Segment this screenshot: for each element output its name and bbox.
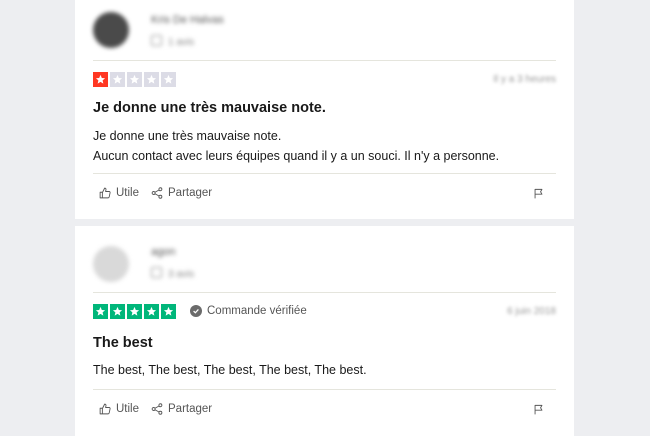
star-icon (161, 72, 176, 87)
star-icon (110, 304, 125, 319)
divider (93, 389, 556, 390)
star-icon (144, 72, 159, 87)
review-date: Il y a 3 heures (493, 74, 556, 85)
report-flag-button[interactable] (533, 404, 544, 415)
useful-button[interactable]: Utile (99, 403, 139, 415)
share-icon (151, 403, 163, 415)
review-actions: Utile Partager (99, 403, 544, 415)
share-label: Partager (168, 187, 213, 199)
useful-button[interactable]: Utile (99, 187, 139, 199)
review-card: agon 3 avis Commande vérifiée 6 juin 201… (75, 226, 574, 436)
star-icon (161, 304, 176, 319)
share-button[interactable]: Partager (151, 187, 212, 199)
reviewer-review-count: 1 avis (151, 35, 194, 48)
star-rating (93, 72, 176, 87)
review-body-line: Aucun contact avec leurs équipes quand i… (93, 149, 500, 163)
thumbs-up-icon (99, 187, 111, 199)
report-flag-button[interactable] (533, 188, 544, 199)
reviewer-name[interactable]: Kris De Halvas (151, 14, 224, 26)
star-icon (93, 304, 108, 319)
star-icon (144, 304, 159, 319)
review-title[interactable]: Je donne une très mauvaise note. (93, 100, 326, 116)
reviewer-info: Kris De Halvas 1 avis (93, 0, 556, 61)
star-rating (93, 304, 176, 319)
thumbs-up-icon (99, 403, 111, 415)
review-body-line: The best, The best, The best, The best, … (93, 363, 367, 377)
review-title[interactable]: The best (93, 335, 153, 351)
share-button[interactable]: Partager (151, 403, 212, 415)
star-icon (93, 72, 108, 87)
star-icon (110, 72, 125, 87)
verified-badge[interactable]: Commande vérifiée (190, 305, 307, 317)
useful-label: Utile (116, 403, 140, 415)
review-count-icon (151, 35, 162, 46)
verified-label: Commande vérifiée (207, 305, 307, 317)
reviewer-name[interactable]: agon (151, 246, 175, 258)
review-body: Je donne une très mauvaise note. Aucun c… (93, 126, 556, 166)
reviewer-info: agon 3 avis (93, 226, 556, 293)
review-body: The best, The best, The best, The best, … (93, 360, 556, 380)
review-body-line: Je donne une très mauvaise note. (93, 129, 282, 143)
avatar[interactable] (93, 12, 129, 48)
reviewer-review-count: 3 avis (151, 267, 194, 280)
review-count-icon (151, 267, 162, 278)
verified-check-icon (190, 305, 202, 317)
star-icon (127, 304, 142, 319)
share-icon (151, 187, 163, 199)
avatar[interactable] (93, 246, 129, 282)
star-icon (127, 72, 142, 87)
flag-icon (534, 188, 543, 198)
share-label: Partager (168, 403, 213, 415)
review-actions: Utile Partager (99, 187, 544, 199)
flag-icon (534, 404, 543, 414)
review-date: 6 juin 2018 (507, 306, 556, 317)
review-card: Kris De Halvas 1 avis Il y a 3 heures Je… (75, 0, 574, 219)
divider (93, 173, 556, 174)
useful-label: Utile (116, 187, 140, 199)
